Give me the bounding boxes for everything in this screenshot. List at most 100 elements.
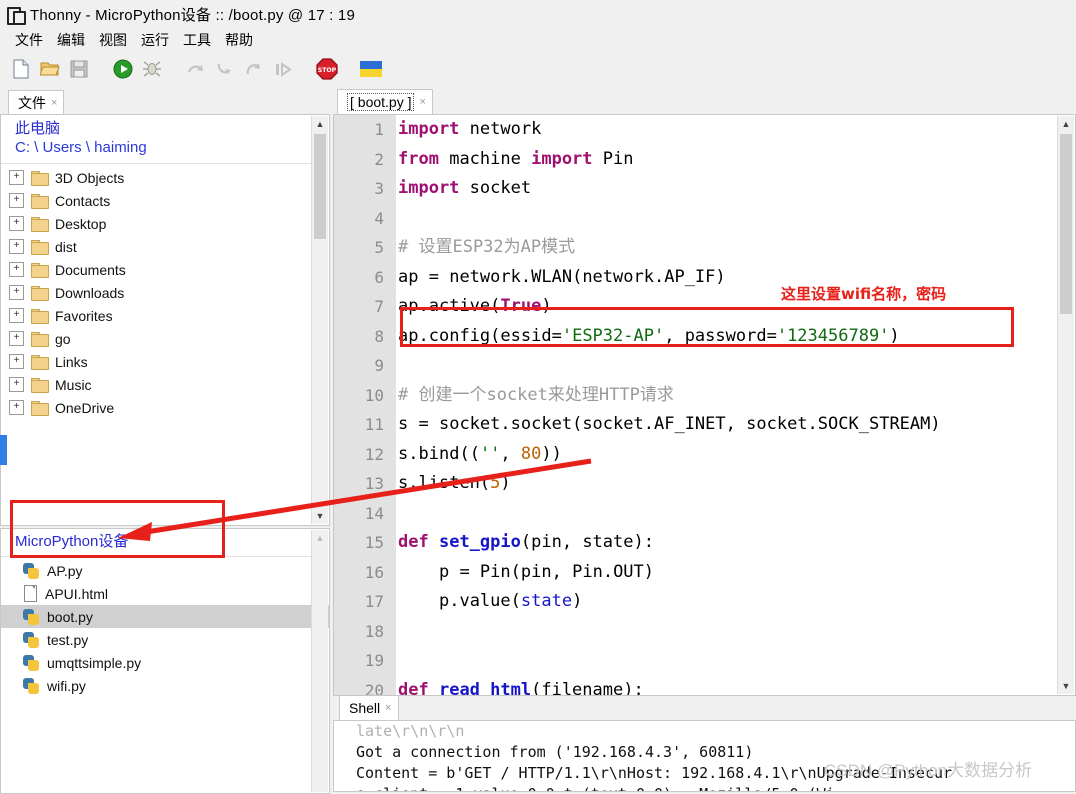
device-file-item[interactable]: wifi.py xyxy=(1,674,329,697)
save-file-icon xyxy=(66,56,92,82)
device-file-item[interactable]: boot.py xyxy=(1,605,329,628)
file-tree-item[interactable]: + Contacts xyxy=(1,189,329,212)
file-tree-item[interactable]: + OneDrive xyxy=(1,396,329,419)
code-line: s.listen(5) xyxy=(398,473,511,493)
files-tabstrip: 文件 × xyxy=(0,88,330,114)
files-scroll-thumb[interactable] xyxy=(314,134,326,239)
shell-panel[interactable]: late\r\n\r\n Got a connection from ('192.… xyxy=(333,720,1076,792)
run-icon[interactable] xyxy=(110,56,136,82)
file-tree-item-label: OneDrive xyxy=(55,399,115,416)
expand-icon[interactable]: + xyxy=(9,216,24,231)
code-line: # 设置ESP32为AP模式 xyxy=(398,237,576,257)
scroll-up-icon[interactable]: ▲ xyxy=(1058,116,1074,132)
files-panel-location: 此电脑 C: \ Users \ haiming xyxy=(15,119,147,157)
line-number: 19 xyxy=(364,651,384,670)
close-icon[interactable]: × xyxy=(385,702,391,714)
files-scrollbar[interactable]: ▲ ▼ xyxy=(311,116,328,524)
menu-run[interactable]: 运行 xyxy=(134,29,176,51)
device-file-item[interactable]: APUI.html xyxy=(1,582,329,605)
expand-icon[interactable]: + xyxy=(9,377,24,392)
folder-icon xyxy=(31,308,49,324)
expand-icon[interactable]: + xyxy=(9,354,24,369)
file-tree-item[interactable]: + Links xyxy=(1,350,329,373)
code-line: def read_html(filename): xyxy=(398,679,644,696)
line-number: 12 xyxy=(364,444,384,464)
tab-boot-py[interactable]: [ boot.py ] × xyxy=(337,89,433,114)
code-line: ap.config(essid='ESP32-AP', password='12… xyxy=(398,325,900,346)
step-over-icon xyxy=(183,56,209,82)
menu-bar: 文件 编辑 视图 运行 工具 帮助 xyxy=(0,28,1076,52)
code-line: p.value(state) xyxy=(438,591,583,611)
menu-edit[interactable]: 编辑 xyxy=(50,29,92,51)
scroll-up-icon[interactable]: ▲ xyxy=(312,116,328,132)
file-tree-item[interactable]: + Documents xyxy=(1,258,329,281)
device-file-item[interactable]: AP.py xyxy=(1,559,329,582)
expand-icon[interactable]: + xyxy=(9,170,24,185)
menu-file[interactable]: 文件 xyxy=(8,29,50,51)
close-icon[interactable]: × xyxy=(51,97,57,109)
line-number: 18 xyxy=(364,621,384,641)
code-line: p = Pin(pin, Pin.OUT) xyxy=(438,561,655,582)
shell-line: e-client : 1 value 0.0 t (text 0.0) ; Mo… xyxy=(334,784,1075,791)
close-icon[interactable]: × xyxy=(419,96,425,108)
tab-shell[interactable]: Shell × xyxy=(339,695,399,720)
device-file-item[interactable]: umqttsimple.py xyxy=(1,651,329,674)
folder-icon xyxy=(31,400,49,416)
editor-scrollbar[interactable]: ▲ ▼ xyxy=(1057,116,1074,694)
debug-icon[interactable] xyxy=(139,56,165,82)
file-tree-item[interactable]: +3D Objects xyxy=(1,166,329,189)
expand-icon[interactable]: + xyxy=(9,239,24,254)
line-number: 5 xyxy=(374,238,384,257)
expand-icon[interactable]: + xyxy=(9,262,24,277)
file-tree-item[interactable]: + dist xyxy=(1,235,329,258)
files-panel: 此电脑 C: \ Users \ haiming ≡ +3D Objects+C… xyxy=(0,114,330,526)
python-file-icon xyxy=(23,631,40,648)
files-panel-header: 此电脑 C: \ Users \ haiming ≡ xyxy=(1,115,329,159)
file-tree-item[interactable]: + Downloads xyxy=(1,281,329,304)
pane-resize-marker[interactable] xyxy=(0,435,7,465)
shell-line: Got a connection from ('192.168.4.3', 60… xyxy=(356,743,754,761)
menu-help[interactable]: 帮助 xyxy=(218,29,260,51)
menu-view[interactable]: 视图 xyxy=(92,29,134,51)
shell-line: Content = b'GET / HTTP/1.1\r\nHost: 192.… xyxy=(356,764,953,782)
device-file-label: APUI.html xyxy=(45,585,109,602)
tab-files[interactable]: 文件 × xyxy=(8,90,65,114)
file-tree-item[interactable]: + Desktop xyxy=(1,212,329,235)
expand-icon[interactable]: + xyxy=(9,285,24,300)
code-content[interactable]: import network from machine import Pin imp… xyxy=(398,115,1059,695)
line-number: 4 xyxy=(374,208,384,228)
file-tree-item[interactable]: + Music xyxy=(1,373,329,396)
scroll-down-icon[interactable]: ▼ xyxy=(312,508,328,524)
device-scrollbar[interactable]: ▲ xyxy=(311,530,328,792)
editor-scroll-thumb[interactable] xyxy=(1060,134,1072,314)
code-line: import network xyxy=(398,119,542,139)
file-tree-item[interactable]: + Favorites xyxy=(1,304,329,327)
expand-icon[interactable]: + xyxy=(9,331,24,346)
file-tree-item-label: Downloads xyxy=(55,284,125,301)
toolbar: STOP xyxy=(0,52,1076,86)
expand-icon[interactable]: + xyxy=(9,193,24,208)
device-file-item[interactable]: test.py xyxy=(1,628,329,651)
expand-icon[interactable]: + xyxy=(9,400,24,415)
line-number: 17 xyxy=(364,592,384,611)
toolbar-separator-2 xyxy=(168,56,180,82)
menu-tools[interactable]: 工具 xyxy=(176,29,218,51)
file-tree-item[interactable]: + go xyxy=(1,327,329,350)
stop-icon[interactable]: STOP xyxy=(314,56,340,82)
new-file-icon[interactable] xyxy=(8,56,34,82)
expand-icon[interactable]: + xyxy=(9,308,24,323)
line-number: 6 xyxy=(374,267,384,287)
scroll-down-icon[interactable]: ▼ xyxy=(1058,678,1074,694)
device-file-label: umqttsimple.py xyxy=(47,654,142,671)
device-panel-header: MicroPython设备 ≡ xyxy=(1,529,329,553)
code-editor[interactable]: 12345678910111213141516171819202122 impo… xyxy=(333,114,1076,759)
file-tree-item-label: Desktop xyxy=(55,215,107,232)
tab-files-label: 文件 xyxy=(18,94,46,111)
scroll-up-icon[interactable]: ▲ xyxy=(312,530,328,546)
open-file-icon[interactable] xyxy=(37,56,63,82)
thonny-icon xyxy=(6,5,26,25)
ukraine-flag-icon[interactable] xyxy=(358,56,384,82)
code-line: import socket xyxy=(398,178,532,198)
